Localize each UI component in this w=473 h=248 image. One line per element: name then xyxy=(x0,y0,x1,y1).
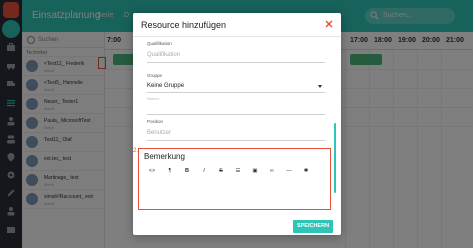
scrollbar[interactable] xyxy=(334,123,336,193)
dialog-header: Resource hinzufügen xyxy=(133,13,341,37)
close-icon[interactable] xyxy=(324,19,334,29)
position-label: Position xyxy=(147,119,164,124)
gruppe-label: Gruppe xyxy=(147,73,163,78)
list-icon[interactable]: ☰ xyxy=(232,165,244,177)
bemerkung-title: Bemerkung xyxy=(144,152,185,161)
strikethrough-icon[interactable]: S xyxy=(215,165,227,177)
paragraph-icon[interactable]: ¶ xyxy=(164,165,176,177)
field-underline xyxy=(147,62,325,63)
horizontal-rule-icon[interactable]: — xyxy=(283,165,295,177)
code-icon[interactable]: <> xyxy=(146,165,158,177)
editor-toolbar: <> ¶ B I S ☰ ▣ ∞ — ✱ xyxy=(144,165,324,177)
add-resource-dialog: Resource hinzufügen Qualifikation Qualif… xyxy=(133,13,341,235)
chevron-down-icon[interactable] xyxy=(318,85,322,88)
position-field[interactable]: Benutzer xyxy=(147,130,171,136)
italic-icon[interactable]: I xyxy=(198,165,210,177)
link-icon[interactable]: ∞ xyxy=(266,165,278,177)
field-underline xyxy=(147,92,325,93)
gruppe-select[interactable]: Keine Gruppe xyxy=(147,83,184,89)
field-underline xyxy=(147,140,325,141)
save-button[interactable]: SPEICHERN xyxy=(293,220,333,233)
step-number: 2. xyxy=(133,148,139,154)
field-underline xyxy=(147,114,325,115)
gruppe-helper: Neben xyxy=(147,96,159,101)
image-icon[interactable]: ▣ xyxy=(249,165,261,177)
dialog-title: Resource hinzufügen xyxy=(141,20,227,30)
qualifikation-field[interactable]: Qualifikation xyxy=(147,52,180,58)
settings-icon[interactable]: ✱ xyxy=(300,165,312,177)
qualifikation-label: Qualifikation xyxy=(147,41,172,46)
bold-icon[interactable]: B xyxy=(181,165,193,177)
